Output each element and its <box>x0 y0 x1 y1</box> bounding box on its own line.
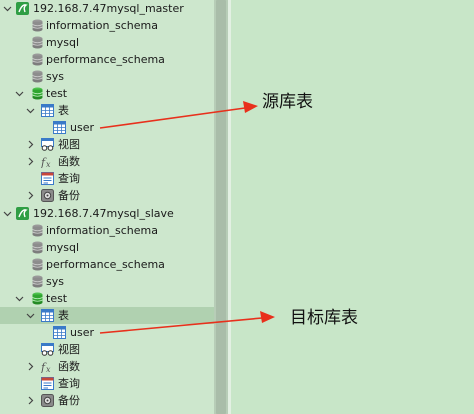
table-label: user <box>70 121 94 134</box>
chevron-right-icon[interactable] <box>26 362 35 371</box>
connection-label: 192.168.7.47mysql_master <box>33 2 184 15</box>
chevron-down-icon[interactable] <box>26 311 35 320</box>
chevron-down-icon[interactable] <box>3 4 12 13</box>
database-open-icon <box>31 87 44 100</box>
table-item-user[interactable]: user <box>0 119 214 136</box>
tables-folder[interactable]: 表 <box>0 307 214 324</box>
database-item-test[interactable]: test <box>0 85 214 102</box>
target-table-annotation: 目标库表 <box>290 308 358 328</box>
chevron-down-icon[interactable] <box>15 294 24 303</box>
svg-text:x: x <box>46 365 51 373</box>
table-label: user <box>70 326 94 339</box>
database-icon <box>31 275 44 288</box>
database-icon <box>31 19 44 32</box>
chevron-down-icon[interactable] <box>3 209 12 218</box>
table-folder-icon <box>41 104 54 117</box>
views-folder[interactable]: 视图 <box>0 341 214 358</box>
chevron-right-icon[interactable] <box>26 191 35 200</box>
function-icon: fx <box>40 155 54 169</box>
query-icon <box>41 172 54 185</box>
backups-folder[interactable]: 备份 <box>0 187 214 204</box>
database-label: mysql <box>46 241 79 254</box>
folder-label: 视图 <box>58 138 80 151</box>
folder-label: 备份 <box>58 189 80 202</box>
database-item[interactable]: sys <box>0 273 214 290</box>
database-icon <box>31 258 44 271</box>
database-label: test <box>46 292 68 305</box>
mysql-connection-icon <box>16 2 29 15</box>
database-item[interactable]: mysql <box>0 34 214 51</box>
views-folder[interactable]: 视图 <box>0 136 214 153</box>
tables-folder[interactable]: 表 <box>0 102 214 119</box>
database-item[interactable]: mysql <box>0 239 214 256</box>
database-item[interactable]: performance_schema <box>0 256 214 273</box>
functions-folder[interactable]: fx 函数 <box>0 153 214 170</box>
database-label: sys <box>46 70 64 83</box>
database-label: information_schema <box>46 19 158 32</box>
database-icon <box>31 36 44 49</box>
query-icon <box>41 377 54 390</box>
view-icon <box>41 343 54 356</box>
table-icon <box>53 326 66 339</box>
database-label: information_schema <box>46 224 158 237</box>
table-item-user[interactable]: user <box>0 324 214 341</box>
folder-label: 备份 <box>58 394 80 407</box>
view-icon <box>41 138 54 151</box>
backup-icon <box>41 189 54 202</box>
mysql-connection-icon <box>16 207 29 220</box>
folder-label: 表 <box>58 104 69 117</box>
table-icon <box>53 121 66 134</box>
database-item-test[interactable]: test <box>0 290 214 307</box>
chevron-down-icon[interactable] <box>15 89 24 98</box>
folder-label: 函数 <box>58 155 80 168</box>
source-table-annotation: 源库表 <box>262 92 313 112</box>
database-label: sys <box>46 275 64 288</box>
scrollbar-thumb[interactable] <box>216 0 226 414</box>
connection-slave[interactable]: 192.168.7.47mysql_slave <box>0 205 214 222</box>
table-folder-icon <box>41 309 54 322</box>
main-pane <box>231 0 474 414</box>
database-open-icon <box>31 292 44 305</box>
folder-label: 查询 <box>58 172 80 185</box>
connection-label: 192.168.7.47mysql_slave <box>33 207 174 220</box>
functions-folder[interactable]: fx 函数 <box>0 358 214 375</box>
connection-master[interactable]: 192.168.7.47mysql_master <box>0 0 214 17</box>
backups-folder[interactable]: 备份 <box>0 392 214 409</box>
database-item[interactable]: performance_schema <box>0 51 214 68</box>
database-item[interactable]: information_schema <box>0 222 214 239</box>
database-label: mysql <box>46 36 79 49</box>
navigator-tree: 192.168.7.47mysql_master information_sch… <box>0 0 214 414</box>
database-item[interactable]: information_schema <box>0 17 214 34</box>
folder-label: 查询 <box>58 377 80 390</box>
chevron-right-icon[interactable] <box>26 157 35 166</box>
folder-label: 视图 <box>58 343 80 356</box>
backup-icon <box>41 394 54 407</box>
database-icon <box>31 53 44 66</box>
database-icon <box>31 241 44 254</box>
queries-folder[interactable]: 查询 <box>0 170 214 187</box>
chevron-right-icon[interactable] <box>26 396 35 405</box>
svg-text:x: x <box>46 160 51 168</box>
chevron-right-icon[interactable] <box>26 140 35 149</box>
queries-folder[interactable]: 查询 <box>0 375 214 392</box>
database-item[interactable]: sys <box>0 68 214 85</box>
folder-label: 函数 <box>58 360 80 373</box>
vertical-scrollbar[interactable] <box>214 0 228 414</box>
database-label: test <box>46 87 68 100</box>
function-icon: fx <box>40 360 54 374</box>
database-label: performance_schema <box>46 53 165 66</box>
folder-label: 表 <box>58 309 69 322</box>
database-icon <box>31 70 44 83</box>
database-icon <box>31 224 44 237</box>
chevron-down-icon[interactable] <box>26 106 35 115</box>
database-label: performance_schema <box>46 258 165 271</box>
